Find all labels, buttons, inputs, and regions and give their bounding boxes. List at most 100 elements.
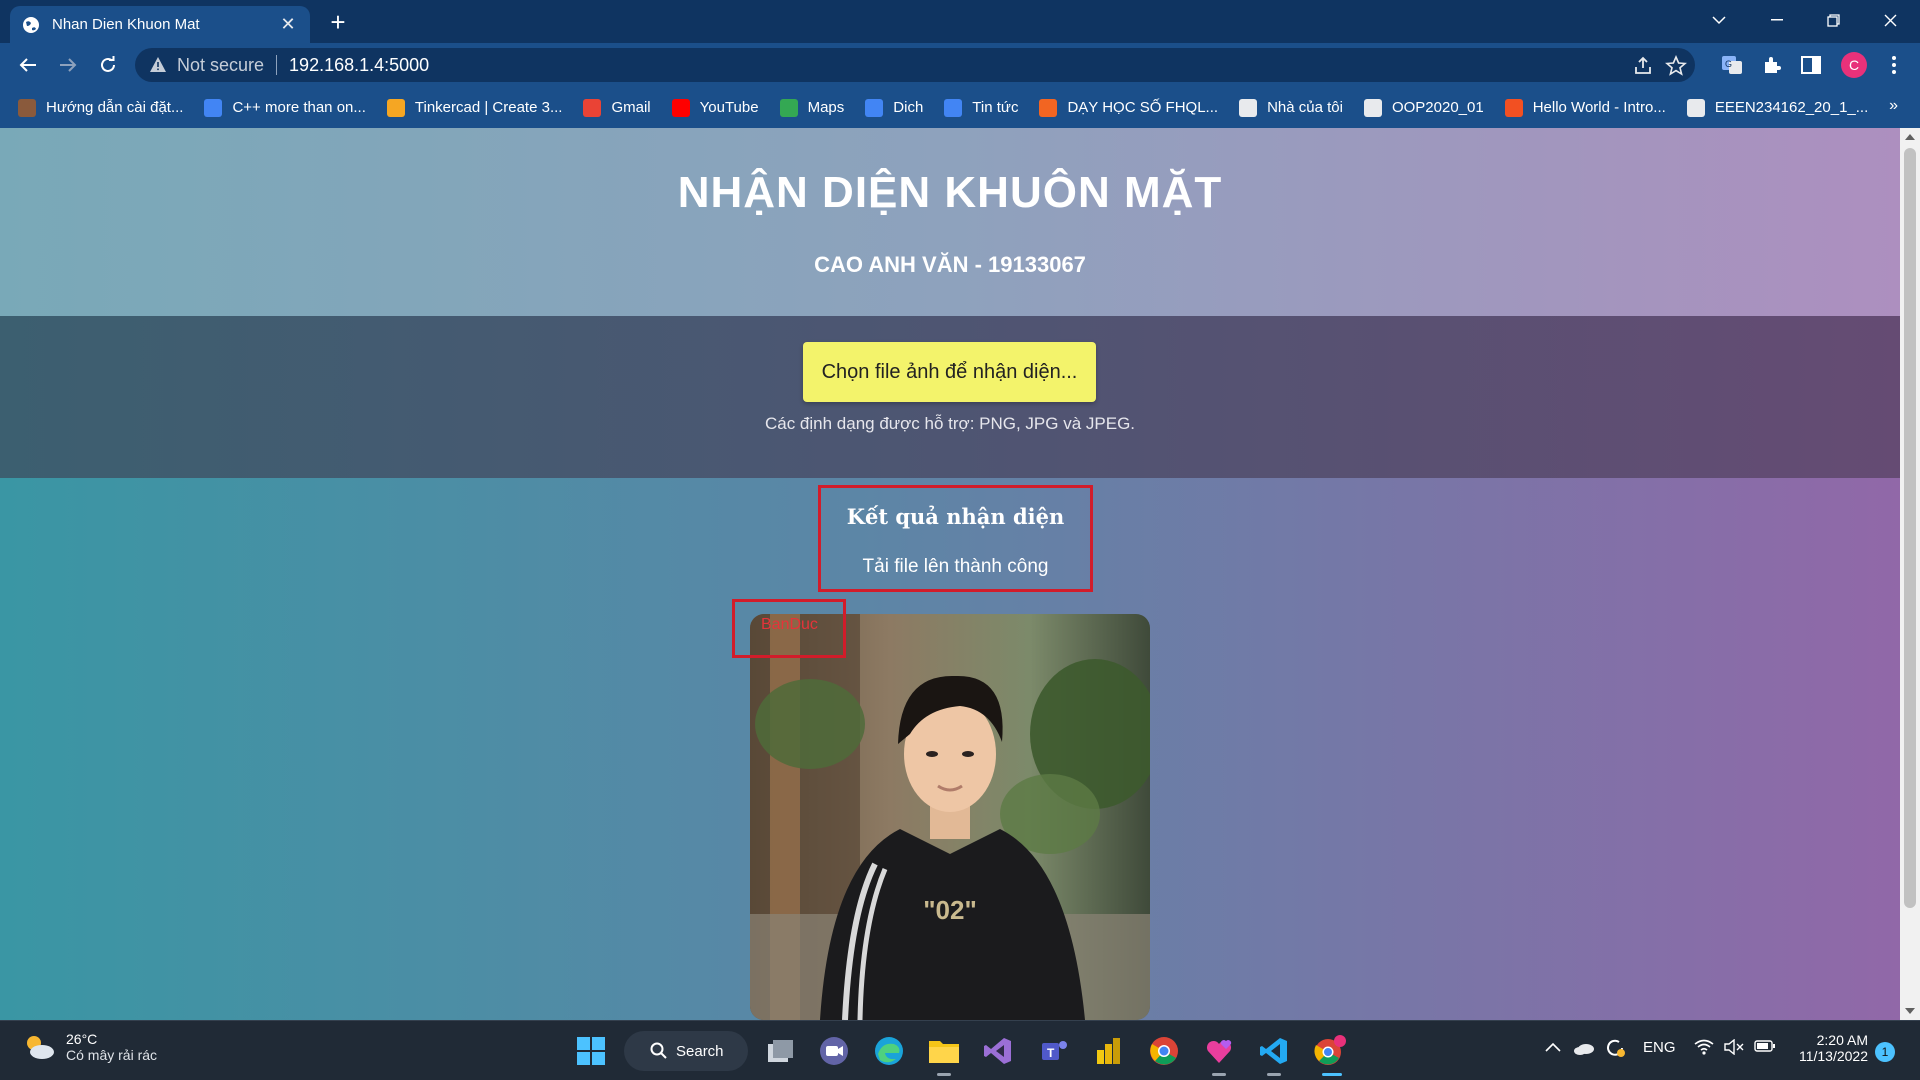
scroll-down-icon[interactable] [1900, 1002, 1920, 1020]
bookmark-star-icon[interactable] [1665, 55, 1687, 77]
page-header: NHẬN DIỆN KHUÔN MẶT CAO ANH VĂN - 191330… [0, 128, 1900, 316]
partly-cloudy-icon [27, 1036, 54, 1059]
bookmark-item[interactable]: Hướng dẫn cài đặt... [18, 98, 183, 117]
bookmark-item[interactable]: Maps [779, 98, 844, 117]
weather-widget[interactable]: 26°C Có mây rải rác [22, 1031, 157, 1063]
bookmark-item[interactable]: OOP2020_01 [1363, 98, 1484, 117]
upload-section: Chọn file ảnh để nhận diện... Các định d… [0, 316, 1900, 478]
result-photo: "02" [750, 614, 1150, 1020]
bookmark-label: Nhà của tôi [1267, 99, 1343, 116]
window-close-icon[interactable] [1866, 4, 1914, 36]
browser-tab[interactable]: Nhan Dien Khuon Mat ✕ [10, 6, 310, 43]
battery-charging-icon[interactable] [1754, 1039, 1776, 1057]
share-icon[interactable] [1632, 55, 1654, 77]
ute-icon [1239, 98, 1258, 117]
bookmark-item[interactable]: Dich [865, 98, 923, 117]
hearts-app-icon[interactable] [1201, 1033, 1237, 1069]
chrome-profile-icon[interactable] [1312, 1033, 1348, 1069]
close-icon[interactable]: ✕ [278, 14, 298, 35]
bookmark-label: YouTube [699, 99, 759, 116]
supported-formats-note: Các định dạng được hỗ trợ: PNG, JPG và J… [764, 414, 1136, 433]
bookmarks-bar: Hướng dẫn cài đặt... C++ more than on... T… [0, 87, 1920, 128]
translate-icon [865, 98, 884, 117]
start-icon[interactable] [573, 1033, 609, 1069]
choose-file-button[interactable]: Chọn file ảnh để nhận diện... [803, 342, 1096, 402]
file-explorer-icon[interactable] [926, 1033, 962, 1069]
language-indicator[interactable]: ENG [1643, 1039, 1676, 1056]
bookmark-item[interactable]: Nhà của tôi [1239, 98, 1343, 117]
page-viewport: NHẬN DIỆN KHUÔN MẶT CAO ANH VĂN - 191330… [0, 128, 1900, 1020]
news-icon [944, 98, 963, 117]
bookmark-item[interactable]: C++ more than on... [204, 98, 366, 117]
search-icon [650, 1042, 667, 1059]
security-label[interactable]: Not secure [177, 55, 264, 76]
profile-avatar[interactable]: C [1841, 52, 1867, 78]
page-subtitle: CAO ANH VĂN - 19133067 [814, 252, 1086, 277]
onedrive-icon[interactable] [1573, 1041, 1595, 1059]
windows-taskbar: 26°C Có mây rải rác Search T ENG 2:20 AM… [0, 1020, 1920, 1080]
browser-titlebar: Nhan Dien Khuon Mat ✕ + [0, 0, 1920, 43]
tab-title: Nhan Dien Khuon Mat [52, 16, 200, 33]
extensions-icon[interactable] [1760, 53, 1784, 77]
taskbar-search[interactable]: Search [624, 1031, 748, 1071]
side-panel-icon[interactable] [1799, 53, 1823, 77]
visual-studio-icon[interactable] [980, 1033, 1016, 1069]
bookmark-item[interactable]: EEEN234162_20_1_... [1686, 98, 1869, 117]
power-bi-icon[interactable] [1091, 1033, 1127, 1069]
maps-icon [779, 98, 798, 117]
running-indicator [937, 1073, 951, 1076]
active-app-indicator [1322, 1073, 1342, 1076]
bookmark-label: EEEN234162_20_1_... [1714, 99, 1869, 116]
translate-extension-icon[interactable]: G [1720, 53, 1744, 77]
wifi-icon[interactable] [1694, 1039, 1714, 1059]
tab-search-icon[interactable] [1695, 4, 1743, 36]
bookmark-label: C++ more than on... [232, 99, 366, 116]
address-bar[interactable]: Not secure 192.168.1.4:5000 [135, 48, 1695, 82]
gmail-icon [583, 98, 602, 117]
scroll-up-icon[interactable] [1900, 128, 1920, 146]
bookmark-item[interactable]: Tin tức [944, 98, 1018, 117]
youtube-icon [671, 98, 690, 117]
more-bookmarks-icon[interactable]: » [1889, 97, 1898, 115]
running-indicator [1267, 1073, 1281, 1076]
tinkercad-icon [386, 98, 405, 117]
zoom-meetings-icon[interactable] [816, 1033, 852, 1069]
notification-badge[interactable]: 1 [1875, 1042, 1895, 1062]
teams-icon[interactable]: T [1036, 1033, 1072, 1069]
url-separator [276, 55, 278, 75]
weather-description: Có mây rải rác [66, 1047, 158, 1063]
forward-icon[interactable] [52, 49, 84, 81]
bookmark-item[interactable]: YouTube [671, 98, 759, 117]
running-indicator [1212, 1073, 1226, 1076]
search-label: Search [676, 1042, 724, 1060]
system-clock[interactable]: 2:20 AM 11/13/2022 [1788, 1032, 1868, 1064]
bookmark-item[interactable]: DẠY HỌC SỐ FHQL... [1039, 98, 1219, 117]
scrollbar-thumb[interactable] [1904, 148, 1916, 908]
minimize-icon[interactable] [1753, 4, 1801, 36]
person-photo-image: "02" [750, 614, 1150, 1020]
edge-icon[interactable] [871, 1033, 907, 1069]
sync-icon[interactable] [1604, 1037, 1626, 1063]
clock-date: 11/13/2022 [1798, 1048, 1868, 1064]
back-icon[interactable] [12, 49, 44, 81]
menu-kebab-icon[interactable] [1882, 53, 1906, 77]
page-scrollbar[interactable] [1900, 128, 1920, 1020]
url-text[interactable]: 192.168.1.4:5000 [289, 55, 429, 76]
temperature: 26°C [66, 1031, 98, 1047]
new-tab-button[interactable]: + [324, 8, 352, 36]
browser-toolbar: Not secure 192.168.1.4:5000 G C [0, 43, 1920, 87]
vscode-icon[interactable] [1256, 1033, 1292, 1069]
result-title: Kết quả nhận diện [846, 504, 1065, 529]
volume-muted-icon[interactable] [1724, 1038, 1744, 1059]
chrome-icon[interactable] [1146, 1033, 1182, 1069]
reload-icon[interactable] [92, 49, 124, 81]
bookmark-label: DẠY HỌC SỐ FHQL... [1067, 99, 1219, 116]
bookmark-item[interactable]: Gmail [583, 98, 651, 117]
chevron-up-icon[interactable] [1545, 1039, 1561, 1056]
svg-text:"02": "02" [923, 895, 977, 925]
task-view-icon[interactable] [762, 1033, 798, 1069]
bookmark-item[interactable]: Tinkercad | Create 3... [386, 98, 562, 117]
restore-icon[interactable] [1809, 4, 1857, 36]
bookmark-item[interactable]: Hello World - Intro... [1504, 98, 1666, 117]
warning-icon[interactable] [149, 56, 167, 74]
